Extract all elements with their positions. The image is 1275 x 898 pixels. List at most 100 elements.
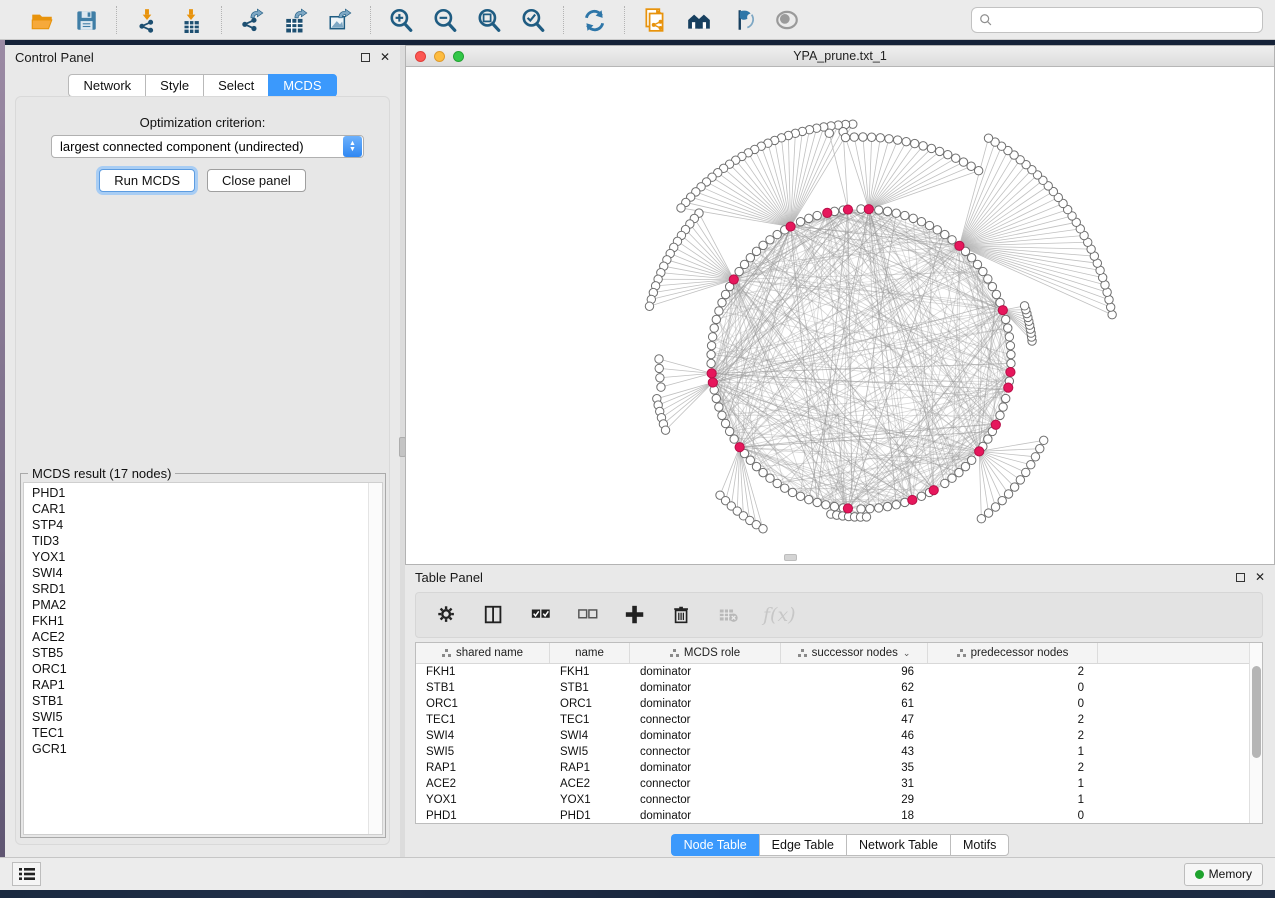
open-file-icon[interactable] (28, 6, 56, 34)
close-table-panel-icon[interactable]: ✕ (1255, 571, 1265, 583)
column-header-MCDS-role[interactable]: MCDS role (630, 643, 781, 663)
first-neighbors-icon[interactable] (685, 6, 713, 34)
create-column-icon[interactable] (622, 602, 648, 628)
table-header-row: shared namenameMCDS rolesuccessor nodes⌄… (416, 643, 1249, 664)
network-window-titlebar[interactable]: YPA_prune.txt_1 (406, 46, 1274, 67)
table-row[interactable]: PHD1PHD1dominator180 (416, 808, 1249, 823)
float-panel-icon[interactable] (361, 53, 370, 62)
toolbar-icon-groups (12, 6, 817, 34)
zoom-fit-icon[interactable] (475, 6, 503, 34)
result-node-item[interactable]: STP4 (32, 517, 368, 533)
node-table: shared namenameMCDS rolesuccessor nodes⌄… (415, 642, 1263, 824)
table-scrollbar[interactable] (1249, 643, 1262, 823)
table-cell: SWI4 (550, 728, 630, 744)
refresh-view-icon[interactable] (580, 6, 608, 34)
tab-network[interactable]: Network (68, 74, 145, 97)
result-node-item[interactable]: TEC1 (32, 725, 368, 741)
result-node-item[interactable]: STB5 (32, 645, 368, 661)
tab-style[interactable]: Style (145, 74, 203, 97)
optimization-criterion-label: Optimization criterion: (16, 115, 389, 130)
export-network-icon[interactable] (238, 6, 266, 34)
memory-label: Memory (1209, 867, 1252, 881)
table-cell: 61 (781, 696, 928, 712)
export-image-icon[interactable] (326, 6, 354, 34)
result-node-item[interactable]: FKH1 (32, 613, 368, 629)
close-panel-icon[interactable]: ✕ (380, 51, 390, 63)
memory-button[interactable]: Memory (1184, 863, 1263, 886)
result-node-item[interactable]: STB1 (32, 693, 368, 709)
table-cell: dominator (630, 664, 781, 680)
mcds-result-scrollbar[interactable] (368, 483, 382, 834)
mcds-result-list[interactable]: PHD1CAR1STP4TID3YOX1SWI4SRD1PMA2FKH1ACE2… (24, 483, 368, 834)
zoom-in-icon[interactable] (387, 6, 415, 34)
export-table-icon[interactable] (282, 6, 310, 34)
result-node-item[interactable]: SRD1 (32, 581, 368, 597)
delete-columns-icon[interactable] (669, 602, 695, 628)
unselect-all-columns-icon[interactable] (575, 602, 601, 628)
table-cell: ORC1 (550, 696, 630, 712)
search-input[interactable] (998, 13, 1255, 27)
zoom-out-icon[interactable] (431, 6, 459, 34)
tab-select[interactable]: Select (203, 74, 268, 97)
table-cell: 2 (928, 760, 1098, 776)
result-node-item[interactable]: ORC1 (32, 661, 368, 677)
column-header-shared-name[interactable]: shared name (416, 643, 550, 663)
table-row[interactable]: ORC1ORC1dominator610 (416, 696, 1249, 712)
table-cell: ACE2 (416, 776, 550, 792)
horizontal-splitter-grip[interactable] (784, 554, 797, 561)
float-table-panel-icon[interactable] (1236, 573, 1245, 582)
table-cell: connector (630, 776, 781, 792)
close-panel-button[interactable]: Close panel (207, 169, 306, 192)
search-box[interactable] (971, 7, 1263, 33)
optimization-criterion-dropdown[interactable]: largest connected component (undirected)… (51, 135, 364, 158)
hide-selected-icon[interactable] (729, 6, 757, 34)
toolbar-group (370, 6, 563, 34)
table-cell: 62 (781, 680, 928, 696)
table-row[interactable]: ACE2ACE2connector311 (416, 776, 1249, 792)
table-row[interactable]: YOX1YOX1connector291 (416, 792, 1249, 808)
table-panel-titlebar: Table Panel ✕ (405, 565, 1275, 589)
tab-node-table[interactable]: Node Table (671, 834, 759, 856)
table-settings-icon[interactable] (434, 602, 460, 628)
result-node-item[interactable]: CAR1 (32, 501, 368, 517)
table-row[interactable]: STB1STB1dominator620 (416, 680, 1249, 696)
table-scrollbar-thumb[interactable] (1252, 666, 1261, 758)
tab-network-table[interactable]: Network Table (846, 834, 950, 856)
result-node-item[interactable]: TID3 (32, 533, 368, 549)
show-all-icon[interactable] (773, 6, 801, 34)
table-row[interactable]: RAP1RAP1dominator352 (416, 760, 1249, 776)
table-row[interactable]: TEC1TEC1connector472 (416, 712, 1249, 728)
task-history-button[interactable] (12, 862, 41, 886)
save-session-icon[interactable] (72, 6, 100, 34)
result-node-item[interactable]: ACE2 (32, 629, 368, 645)
column-header-name[interactable]: name (550, 643, 630, 663)
column-header-successor-nodes[interactable]: successor nodes⌄ (781, 643, 928, 663)
result-node-item[interactable]: GCR1 (32, 741, 368, 757)
zoom-selected-icon[interactable] (519, 6, 547, 34)
show-columns-icon[interactable] (481, 602, 507, 628)
result-node-item[interactable]: PMA2 (32, 597, 368, 613)
column-type-icon (798, 649, 807, 658)
network-from-file-icon[interactable] (641, 6, 669, 34)
tab-motifs[interactable]: Motifs (950, 834, 1009, 856)
import-network-icon[interactable] (133, 6, 161, 34)
run-mcds-button[interactable]: Run MCDS (99, 169, 195, 192)
result-node-item[interactable]: SWI5 (32, 709, 368, 725)
import-table-icon[interactable] (177, 6, 205, 34)
result-node-item[interactable]: YOX1 (32, 549, 368, 565)
result-node-item[interactable]: PHD1 (32, 485, 368, 501)
toolbar-group (12, 6, 116, 34)
tab-edge-table[interactable]: Edge Table (759, 834, 846, 856)
column-type-icon (442, 649, 451, 658)
result-node-item[interactable]: RAP1 (32, 677, 368, 693)
table-cell: ACE2 (550, 776, 630, 792)
result-node-item[interactable]: SWI4 (32, 565, 368, 581)
network-canvas[interactable] (406, 67, 1274, 564)
select-all-columns-icon[interactable] (528, 602, 554, 628)
table-row[interactable]: SWI4SWI4dominator462 (416, 728, 1249, 744)
tab-mcds[interactable]: MCDS (268, 74, 336, 97)
column-header-predecessor-nodes[interactable]: predecessor nodes (928, 643, 1098, 663)
table-row[interactable]: SWI5SWI5connector431 (416, 744, 1249, 760)
table-row[interactable]: FKH1FKH1dominator962 (416, 664, 1249, 680)
table-cell: 0 (928, 808, 1098, 823)
